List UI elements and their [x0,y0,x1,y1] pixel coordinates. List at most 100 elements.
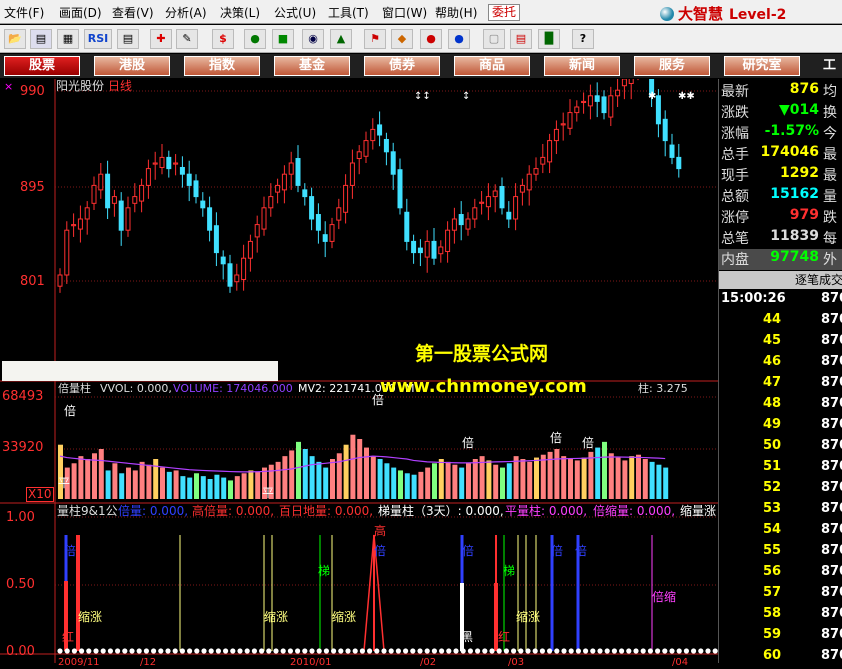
candle-down [322,234,328,242]
volume-bar [173,470,179,499]
monitor-icon[interactable]: ▤ [510,29,532,49]
trade-row: 60 870 [719,648,842,669]
money-icon[interactable]: ■ [272,29,294,49]
baseline-dot [194,648,200,654]
volume-bar [241,473,247,499]
ruler-icon[interactable]: ✎ [176,29,198,49]
trade-price: 870 [821,564,842,579]
news-icon[interactable]: ▲ [330,29,352,49]
binoculars-icon[interactable]: ◉ [302,29,324,49]
menu-screen[interactable]: 画面(D) [59,4,102,21]
quote-value: 15162 [770,186,819,202]
candle-up [553,128,559,142]
report-icon[interactable]: ▤ [117,29,139,49]
label-ping-2: 平 [262,486,275,500]
dollar-icon[interactable]: $ [212,29,234,49]
open-folder-icon[interactable]: 📂 [4,29,26,49]
baseline-dot [683,648,690,654]
candle-up [71,224,77,227]
nav-bonds[interactable]: 债券 [364,56,440,76]
volume-bar [377,459,383,499]
window-icon[interactable]: ▢ [483,29,505,49]
candle-up [132,196,138,204]
help-pointer-icon[interactable]: ? [572,29,594,49]
menu-view[interactable]: 查看(V) [112,4,154,21]
trade-price: 870 [821,585,842,600]
volume-bar [119,473,125,499]
price-tick-801: 801 [20,274,45,289]
minute-chart-icon[interactable]: ▦ [57,29,79,49]
menu-help[interactable]: 帮助(H) [435,4,477,21]
baseline-dot [453,648,459,654]
trade-row: 52 870 [719,480,842,501]
flag-icon[interactable]: ⚑ [364,29,386,49]
label-gao: 高 [374,524,387,538]
nav-research[interactable]: 研究室 [724,56,800,76]
signal-marker: ✱✱ [678,91,695,102]
baseline-dot [475,648,481,654]
baseline-dot [460,648,466,654]
legend-gaobeiliang: 高倍量: 0.000, [192,504,275,518]
candle-up [472,207,478,220]
nav-funds[interactable]: 基金 [274,56,350,76]
entrust-button[interactable]: 委托 [488,4,521,21]
blue-pill-icon[interactable]: ● [448,29,470,49]
candle-up [349,162,355,186]
red-pill-icon[interactable]: ● [420,29,442,49]
label-hei: 黑 [461,630,474,644]
baseline-dot [655,648,661,654]
nav-hk-stocks[interactable]: 港股 [94,56,170,76]
diamond-icon[interactable]: ◆ [391,29,413,49]
candle-down [315,214,321,231]
label-bei-bottom-1: 倍 [64,544,77,558]
nav-index[interactable]: 指数 [184,56,260,76]
baseline-dot [640,648,646,654]
kline-chart[interactable]: ↕↕ ↕ ✱ ✱✱ [0,79,718,663]
nav-stocks[interactable]: 股票 [4,56,80,76]
quote-key: 总手 [721,147,749,163]
menu-formula[interactable]: 公式(U) [274,4,316,21]
volume-bar [581,457,587,499]
vvol-value: VVOL: 0.000, [100,382,172,395]
baseline-dot [215,648,221,654]
chart-area[interactable]: ↕↕ ↕ ✱ ✱✱ × 阳光股份 日线 990 895 801 68493 33920… [0,79,718,668]
candle-up [288,162,294,175]
quote-row: 内盘 97748 外 [719,249,842,270]
quote-value: 97748 [770,249,819,265]
trade-price: 870 [821,417,842,432]
baseline-dot [575,648,582,654]
nav-news[interactable]: 新闻 [544,56,620,76]
volume-bar [561,456,567,499]
volume-bar [200,476,206,499]
books-icon[interactable]: █ [538,29,560,49]
baseline-dot [323,648,329,654]
nav-services[interactable]: 服务 [634,56,710,76]
menu-analysis[interactable]: 分析(A) [165,4,207,21]
kline-chart-icon[interactable]: ▤ [30,29,52,49]
close-x-icon[interactable]: × [4,80,13,93]
quote-panel: 最新 876 均涨跌 ▼014 换涨幅 -1.57% 今总手 174046 最现手 1292 最总额… [718,79,842,663]
baseline-dot [525,648,531,654]
baseline-dot [208,648,214,654]
volume-bar [540,454,546,499]
baseline-dot [367,648,373,654]
trade-price: 870 [821,606,842,621]
nav-commodities[interactable]: 商品 [454,56,530,76]
trade-price: 870 [821,354,842,369]
crosshair-icon[interactable]: ✚ [150,29,172,49]
traffic-icon[interactable]: ● [244,29,266,49]
menu-decision[interactable]: 决策(L) [220,4,260,21]
rsi-icon[interactable]: RSI [84,29,112,49]
menu-file[interactable]: 文件(F) [4,4,44,21]
baseline-dot [201,648,207,654]
quote-row: 涨幅 -1.57% 今 [719,123,842,144]
nav-more[interactable]: 工 [814,56,842,76]
baseline-dot [568,648,574,654]
candle-up [91,184,97,204]
chart-period: 日线 [108,79,133,93]
trade-price: 870 [821,543,842,558]
menu-tools[interactable]: 工具(T) [328,4,369,21]
menu-window[interactable]: 窗口(W) [382,4,427,21]
baseline-dot [431,648,437,654]
baseline-dot [244,648,250,654]
